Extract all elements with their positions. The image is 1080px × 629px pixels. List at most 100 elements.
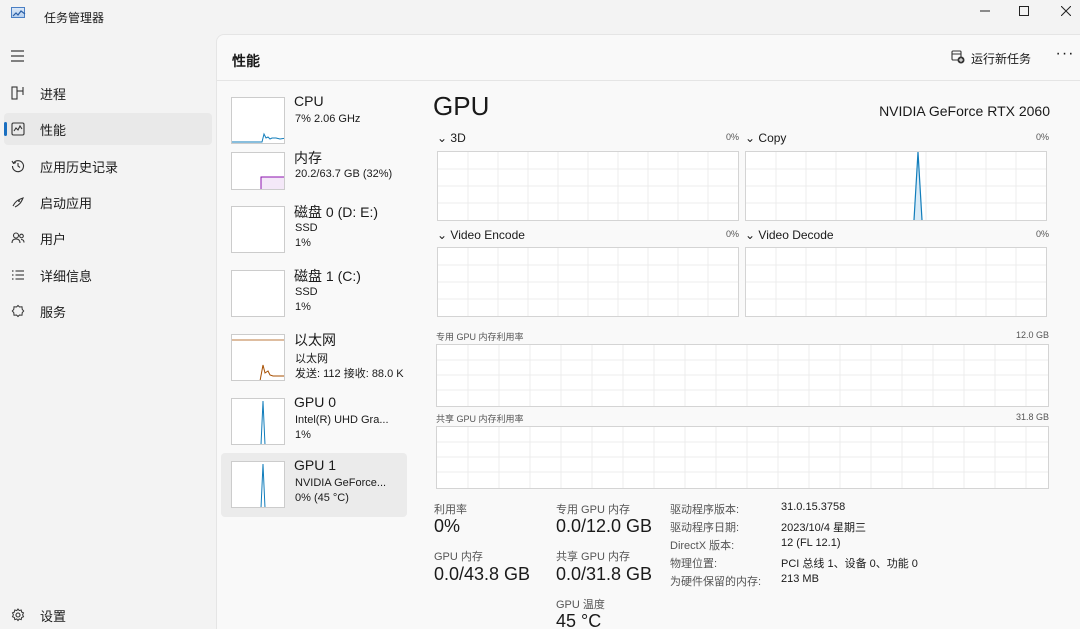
task-manager-app-icon	[11, 7, 26, 18]
chevron-down-icon: ⌄	[745, 131, 756, 145]
shared-memory-graph	[436, 426, 1049, 489]
engine-3d-percent: 0%	[725, 132, 739, 142]
sidebar-item-label: 启动应用	[40, 195, 93, 211]
sidebar-item-label: 性能	[40, 122, 67, 138]
maximize-button[interactable]	[1004, 0, 1044, 22]
device-sub: 发送: 112 接收: 88.0 K	[295, 368, 404, 380]
info-value: PCI 总线 1、设备 0、功能 0	[781, 558, 918, 570]
cpu-thumbnail-graph	[231, 97, 285, 144]
disk0-thumbnail-graph	[231, 206, 285, 253]
device-name: GPU 0	[294, 394, 337, 410]
sidebar-item-label: 服务	[40, 304, 67, 320]
engine-copy-percent: 0%	[1035, 132, 1049, 142]
sidebar-item-users[interactable]: 用户	[0, 222, 212, 254]
device-sub: 以太网	[295, 353, 328, 365]
grid-lines	[746, 151, 1046, 221]
gpu-model-name: NVIDIA GeForce RTX 2060	[879, 103, 1050, 119]
engine-video-encode-dropdown[interactable]: ⌄ Video Encode	[437, 228, 525, 242]
more-options-button[interactable]: ···	[1053, 45, 1077, 69]
device-sub: 0% (45 °C)	[295, 492, 349, 504]
run-task-label: 运行新任务	[971, 51, 1032, 66]
sidebar-item-performance[interactable]: 性能	[4, 113, 212, 145]
device-sub: SSD	[295, 222, 318, 234]
details-icon	[10, 267, 26, 283]
info-key: DirectX 版本:	[670, 540, 735, 552]
run-new-task-button[interactable]: 运行新任务	[951, 48, 1031, 68]
device-sub: 1%	[295, 429, 311, 441]
hamburger-menu-icon[interactable]	[10, 49, 26, 63]
device-name: 内存	[294, 150, 322, 166]
settings-label: 设置	[40, 608, 67, 624]
engine-video-decode-dropdown[interactable]: ⌄ Video Decode	[745, 228, 834, 242]
engine-video-encode-graph	[437, 247, 739, 317]
run-task-icon	[951, 49, 965, 67]
device-ethernet[interactable]: 以太网 以太网 发送: 112 接收: 88.0 K	[221, 326, 407, 390]
gpu-title: GPU	[433, 91, 490, 121]
sidebar-item-app-history[interactable]: 应用历史记录	[0, 150, 212, 182]
engine-3d-dropdown[interactable]: ⌄ 3D	[437, 131, 466, 145]
sidebar-item-label: 详细信息	[40, 268, 93, 284]
device-sub: SSD	[295, 286, 318, 298]
shared-memory-label: 共享 GPU 内存利用率	[436, 414, 524, 424]
device-disk-1[interactable]: 磁盘 1 (C:) SSD 1%	[221, 262, 407, 326]
gpu-memory-label: GPU 内存	[434, 551, 483, 563]
engine-video-encode-percent: 0%	[725, 229, 739, 239]
page-title: 性能	[232, 53, 260, 69]
sidebar-item-settings[interactable]: 设置	[0, 599, 212, 629]
close-button[interactable]	[1046, 0, 1080, 22]
sidebar-item-details[interactable]: 详细信息	[0, 259, 212, 291]
info-key: 物理位置:	[670, 558, 718, 570]
device-sub: Intel(R) UHD Gra...	[295, 414, 389, 426]
ethernet-thumbnail-graph	[231, 334, 285, 381]
device-gpu-0[interactable]: GPU 0 Intel(R) UHD Gra... 1%	[221, 390, 407, 454]
grid-lines	[746, 248, 1046, 316]
device-disk-0[interactable]: 磁盘 0 (D: E:) SSD 1%	[221, 198, 407, 262]
sidebar-item-label: 应用历史记录	[40, 159, 119, 175]
device-name: CPU	[294, 93, 324, 109]
engine-copy-graph	[745, 151, 1047, 221]
services-icon	[10, 303, 26, 319]
device-sub: 20.2/63.7 GB (32%)	[295, 168, 393, 180]
info-key: 驱动程序日期:	[670, 522, 740, 534]
info-key: 为硬件保留的内存:	[670, 576, 762, 588]
device-sub: NVIDIA GeForce...	[295, 477, 387, 489]
engine-3d-graph	[437, 151, 739, 221]
info-key: 驱动程序版本:	[670, 504, 740, 516]
memory-thumbnail-graph	[231, 152, 285, 190]
gpu0-thumbnail-graph	[231, 398, 285, 445]
device-gpu-1[interactable]: GPU 1 NVIDIA GeForce... 0% (45 °C)	[221, 453, 407, 517]
info-value: 12 (FL 12.1)	[781, 537, 841, 549]
utilization-value: 0%	[434, 516, 461, 536]
sidebar-item-startup[interactable]: 启动应用	[0, 186, 212, 218]
sidebar-item-label: 进程	[40, 86, 67, 102]
performance-icon	[10, 121, 26, 137]
device-sub: 7% 2.06 GHz	[295, 113, 361, 125]
startup-icon	[10, 194, 26, 210]
gpu-temperature-label: GPU 温度	[556, 599, 605, 611]
device-name: 磁盘 1 (C:)	[294, 268, 361, 284]
dedicated-gpu-memory-value: 0.0/12.0 GB	[556, 516, 653, 536]
chevron-down-icon: ⌄	[745, 228, 756, 242]
shared-gpu-memory-label: 共享 GPU 内存	[556, 551, 630, 563]
minimize-button[interactable]	[965, 0, 1005, 22]
grid-lines	[438, 152, 738, 220]
engine-copy-dropdown[interactable]: ⌄ Copy	[745, 131, 786, 145]
dedicated-memory-max: 12.0 GB	[1015, 330, 1049, 340]
disk1-thumbnail-graph	[231, 270, 285, 317]
device-sub: 1%	[295, 301, 311, 313]
window-title: 任务管理器	[44, 11, 105, 25]
info-value: 2023/10/4 星期三	[781, 522, 866, 534]
utilization-label: 利用率	[434, 504, 467, 516]
shared-gpu-memory-value: 0.0/31.8 GB	[556, 564, 653, 584]
grid-lines	[437, 427, 1048, 488]
sidebar-item-processes[interactable]: 进程	[0, 77, 212, 109]
shared-memory-max: 31.8 GB	[1015, 412, 1049, 422]
device-sub: 1%	[295, 237, 311, 249]
processes-icon	[10, 85, 26, 101]
sidebar-item-services[interactable]: 服务	[0, 295, 212, 327]
main-panel: 性能 运行新任务 ··· CPU 7% 2.06 GHz 内存 20.2/63.…	[216, 34, 1080, 629]
users-icon	[10, 230, 26, 246]
sidebar-item-label: 用户	[40, 231, 67, 247]
info-value: 31.0.15.3758	[781, 501, 846, 513]
engine-video-decode-graph	[745, 247, 1047, 317]
